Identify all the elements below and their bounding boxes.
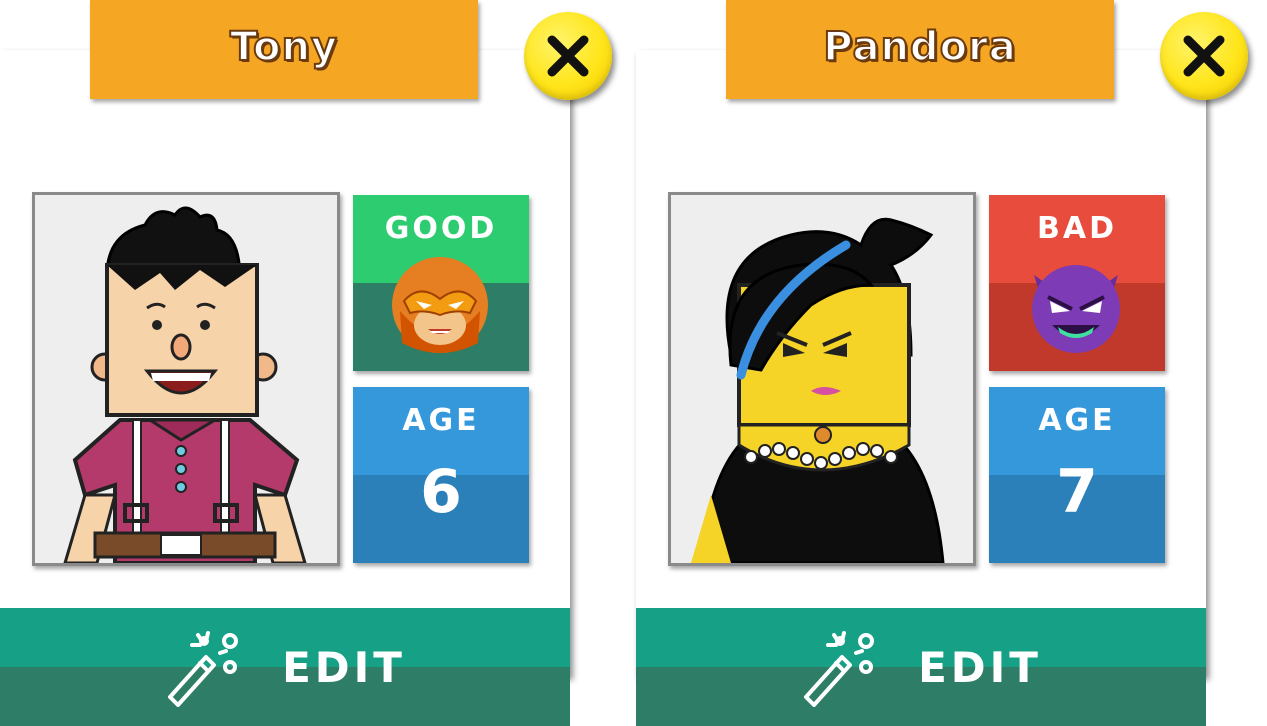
alignment-badge: BAD [989, 195, 1165, 371]
devil-face-icon [1032, 265, 1120, 353]
girl-character-portrait [691, 217, 945, 563]
character-portrait [32, 192, 340, 566]
character-card-tony: GOOD AGE 6 EDIT Tony [0, 0, 612, 726]
close-x-icon [547, 35, 589, 77]
age-value: 6 [420, 457, 462, 527]
magic-wand-icon [168, 631, 239, 707]
age-label: AGE [402, 403, 480, 438]
close-button[interactable] [524, 12, 612, 100]
edit-button[interactable]: EDIT [636, 608, 1206, 726]
age-label: AGE [1038, 403, 1116, 438]
edit-label: EDIT [282, 642, 406, 692]
age-value: 7 [1056, 457, 1098, 527]
edit-label: EDIT [918, 642, 1042, 692]
hero-mask-icon [392, 257, 488, 353]
alignment-label: BAD [1037, 211, 1117, 246]
magic-wand-icon [804, 631, 875, 707]
edit-button[interactable]: EDIT [0, 608, 570, 726]
card-panel: GOOD AGE 6 EDIT [0, 50, 570, 726]
age-badge: AGE 7 [989, 387, 1165, 563]
character-name: Pandora [822, 23, 1017, 71]
character-name: Tony [229, 23, 338, 71]
alignment-label: GOOD [384, 211, 498, 246]
character-card-pandora: BAD AGE 7 EDIT Pandora [636, 0, 1248, 726]
name-tab: Tony [90, 0, 478, 99]
close-x-icon [1183, 35, 1225, 77]
card-panel: BAD AGE 7 EDIT [636, 50, 1206, 726]
close-button[interactable] [1160, 12, 1248, 100]
age-badge: AGE 6 [353, 387, 529, 563]
boy-character-portrait [63, 206, 307, 563]
alignment-badge: GOOD [353, 195, 529, 371]
name-tab: Pandora [726, 0, 1114, 99]
character-portrait [668, 192, 976, 566]
